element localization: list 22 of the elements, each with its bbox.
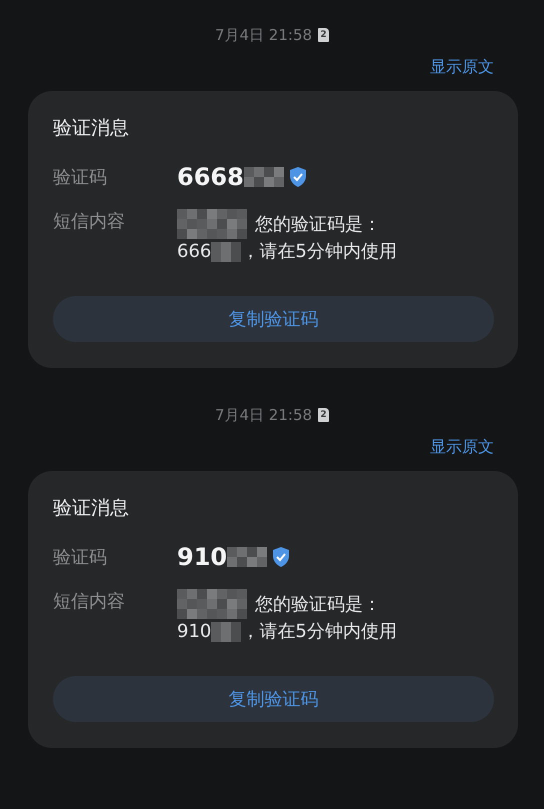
- show-original-link[interactable]: 显示原文: [430, 57, 494, 81]
- content-label: 短信内容: [53, 210, 126, 234]
- card-title: 验证消息: [53, 116, 130, 141]
- verification-code: 6668: [177, 163, 244, 191]
- message-text: ，请在5分钟内使用: [241, 240, 397, 264]
- card-title: 验证消息: [53, 496, 130, 521]
- code-label: 验证码: [53, 166, 108, 189]
- message-code: 910: [177, 620, 212, 644]
- copy-code-button[interactable]: 复制验证码: [53, 296, 494, 342]
- message-code: 666: [177, 240, 212, 264]
- verification-code: 910: [177, 543, 228, 571]
- copy-code-button[interactable]: 复制验证码: [53, 676, 494, 722]
- message-text: 您的验证码是：: [255, 592, 381, 616]
- content-label: 短信内容: [53, 590, 126, 614]
- code-label: 验证码: [53, 546, 108, 569]
- message-text: 您的验证码是：: [255, 212, 381, 236]
- timestamp: 7月4日 21:58: [214, 26, 312, 44]
- sim-card-icon: 2: [318, 28, 330, 42]
- show-original-link[interactable]: 显示原文: [430, 437, 494, 461]
- timestamp: 7月4日 21:58: [214, 406, 312, 424]
- sim-card-icon: 2: [318, 408, 330, 422]
- message-text: ，请在5分钟内使用: [241, 620, 397, 644]
